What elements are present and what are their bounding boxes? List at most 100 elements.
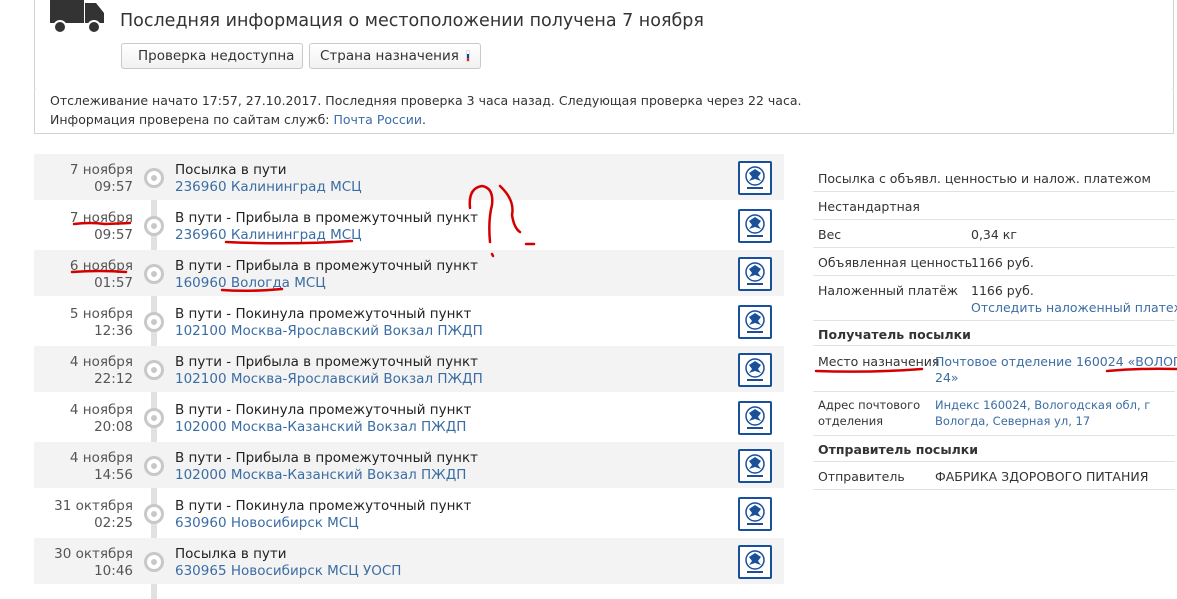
address-link-1[interactable]: Индекс 160024, Вологодская обл, г (935, 398, 1150, 412)
event-date: 4 ноября (69, 354, 133, 370)
tracking-headline: Последняя информация о местоположении по… (120, 11, 704, 31)
russian-post-logo-icon[interactable] (738, 353, 772, 387)
russian-post-logo-icon[interactable] (738, 401, 772, 435)
timeline-dot-icon (144, 408, 164, 428)
check-button-label: Проверка недоступна (138, 48, 295, 64)
sender-row: Отправитель ФАБРИКА ЗДОРОВОГО ПИТАНИЯ (813, 462, 1175, 490)
sender-title: Отправитель посылки (818, 442, 979, 457)
timeline-dot-icon (144, 168, 164, 188)
weight-row: Вес 0,34 кг (813, 220, 1175, 248)
status-panel: Последняя информация о местоположении по… (34, 0, 1174, 90)
timeline-event: 4 ноября 14:56 В пути - Прибыла в промежут… (34, 442, 784, 488)
event-status: В пути - Покинула промежуточный пункт (175, 498, 472, 514)
timeline-dot-icon (144, 360, 164, 380)
russian-post-link[interactable]: Почта России (333, 112, 422, 127)
weight-value: 0,34 кг (971, 227, 1017, 242)
russia-flag-icon (465, 50, 470, 62)
tracking-info-bar: Отслеживание начато 17:57, 27.10.2017. П… (34, 89, 1174, 134)
declared-value-row: Объявленная ценность 1166 руб. (813, 248, 1175, 276)
event-date: 31 октября (54, 498, 133, 514)
track-cod-link[interactable]: Отследить наложенный платеж (971, 300, 1177, 315)
destination-country-button[interactable]: Страна назначения (309, 43, 481, 69)
services-label: Информация проверена по сайтам служб: (50, 112, 334, 127)
address-label-1: Адрес почтового (818, 398, 921, 412)
event-date: 4 ноября (69, 450, 133, 466)
event-status: В пути - Покинула промежуточный пункт (175, 402, 472, 418)
cod-value: 1166 руб. (971, 283, 1034, 298)
timeline-dot-icon (144, 552, 164, 572)
timeline-event: 7 ноября 09:57 Посылка в пути 236960 Калини… (34, 154, 784, 200)
sender-label: Отправитель (818, 469, 905, 484)
event-place-link[interactable]: 102100 Москва-Ярославский Вокзал ПЖДП (175, 323, 483, 339)
services-checked-text: Информация проверена по сайтам служб: По… (50, 112, 426, 127)
weight-label: Вес (818, 227, 842, 242)
russian-post-logo-icon[interactable] (738, 497, 772, 531)
timeline-event: 7 ноября 09:57 В пути - Прибыла в промежут… (34, 202, 784, 248)
parcel-type: Посылка с объявл. ценностью и налож. пла… (818, 171, 1151, 186)
event-place-link[interactable]: 160960 Вологда МСЦ (175, 275, 326, 291)
event-place-link[interactable]: 102000 Москва-Казанский Вокзал ПЖДП (175, 467, 466, 483)
cod-row: Наложенный платёж 1166 руб. Отследить на… (813, 276, 1177, 321)
services-suffix: . (422, 112, 426, 127)
timeline-event: 5 ноября 12:36 В пути - Покинула промежуто… (34, 298, 784, 344)
event-time: 01:57 (94, 275, 133, 291)
event-place-link[interactable]: 102100 Москва-Ярославский Вокзал ПЖДП (175, 371, 483, 387)
cod-label: Наложенный платёж (818, 283, 959, 298)
event-place-link[interactable]: 236960 Калининград МСЦ (175, 179, 362, 195)
tracking-timeline: 7 ноября 09:57 Посылка в пути 236960 Калини… (34, 154, 784, 599)
russian-post-logo-icon[interactable] (738, 257, 772, 291)
destination-link-cont[interactable]: 24» (935, 370, 959, 385)
timeline-event: 4 ноября 22:12 В пути - Прибыла в промежут… (34, 346, 784, 392)
timeline-event: 30 октября 10:46 Посылка в пути 630965 Ново… (34, 538, 784, 584)
timeline-dot-icon (144, 312, 164, 332)
address-label-2: отделения (818, 414, 884, 428)
event-status: В пути - Прибыла в промежуточный пункт (175, 354, 478, 370)
event-status: Посылка в пути (175, 546, 287, 562)
timeline-event: 6 ноября 01:57 В пути - Прибыла в промежут… (34, 250, 784, 296)
timeline-dot-icon (144, 264, 164, 284)
event-date: 4 ноября (69, 402, 133, 418)
timeline-dot-icon (144, 456, 164, 476)
event-place-link[interactable]: 236960 Калининград МСЦ (175, 227, 362, 243)
event-status: В пути - Покинула промежуточный пункт (175, 306, 472, 322)
event-status: В пути - Прибыла в промежуточный пункт (175, 210, 478, 226)
russian-post-logo-icon[interactable] (738, 305, 772, 339)
russian-post-logo-icon[interactable] (738, 449, 772, 483)
event-date: 5 ноября (69, 306, 133, 322)
parcel-category-row: Нестандартная (813, 192, 1175, 220)
event-time: 02:25 (94, 515, 133, 531)
event-place-link[interactable]: 630965 Новосибирск МСЦ УОСП (175, 563, 401, 579)
sender-header: Отправитель посылки (813, 436, 1175, 462)
timeline-event: 31 октября 02:25 В пути - Покинула промежу… (34, 490, 784, 536)
parcel-details: Посылка с объявл. ценностью и налож. пла… (813, 164, 1177, 490)
declared-value-label: Объявленная ценность (818, 255, 973, 270)
address-link-2[interactable]: Вологда, Северная ул, 17 (935, 414, 1090, 428)
event-time: 10:46 (94, 563, 133, 579)
event-place-link[interactable]: 102000 Москва-Казанский Вокзал ПЖДП (175, 419, 466, 435)
event-time: 22:12 (94, 371, 133, 387)
event-time: 20:08 (94, 419, 133, 435)
timeline-dot-icon (144, 504, 164, 524)
event-date: 6 ноября (69, 258, 133, 274)
russian-post-logo-icon[interactable] (738, 209, 772, 243)
truck-icon (50, 0, 104, 34)
event-place-link[interactable]: 630960 Новосибирск МСЦ (175, 515, 359, 531)
recipient-header: Получатель посылки (813, 321, 1175, 346)
check-unavailable-button[interactable]: Проверка недоступна (121, 43, 303, 69)
tracking-started-text: Отслеживание начато 17:57, 27.10.2017. П… (50, 93, 802, 108)
destination-link[interactable]: Почтовое отделение 160024 «ВОЛОГДА (935, 354, 1177, 369)
event-status: В пути - Прибыла в промежуточный пункт (175, 258, 478, 274)
event-time: 14:56 (94, 467, 133, 483)
event-time: 12:36 (94, 323, 133, 339)
post-office-address-row: Адрес почтового отделения Индекс 160024,… (813, 392, 1175, 436)
timeline-event: 4 ноября 20:08 В пути - Покинула промежуто… (34, 394, 784, 440)
event-status: В пути - Прибыла в промежуточный пункт (175, 450, 478, 466)
event-time: 09:57 (94, 227, 133, 243)
parcel-type-row: Посылка с объявл. ценностью и налож. пла… (813, 164, 1175, 192)
event-date: 30 октября (54, 546, 133, 562)
russian-post-logo-icon[interactable] (738, 545, 772, 579)
timeline-dot-icon (144, 216, 164, 236)
sender-value: ФАБРИКА ЗДОРОВОГО ПИТАНИЯ (935, 469, 1149, 484)
russian-post-logo-icon[interactable] (738, 161, 772, 195)
recipient-title: Получатель посылки (818, 327, 971, 342)
